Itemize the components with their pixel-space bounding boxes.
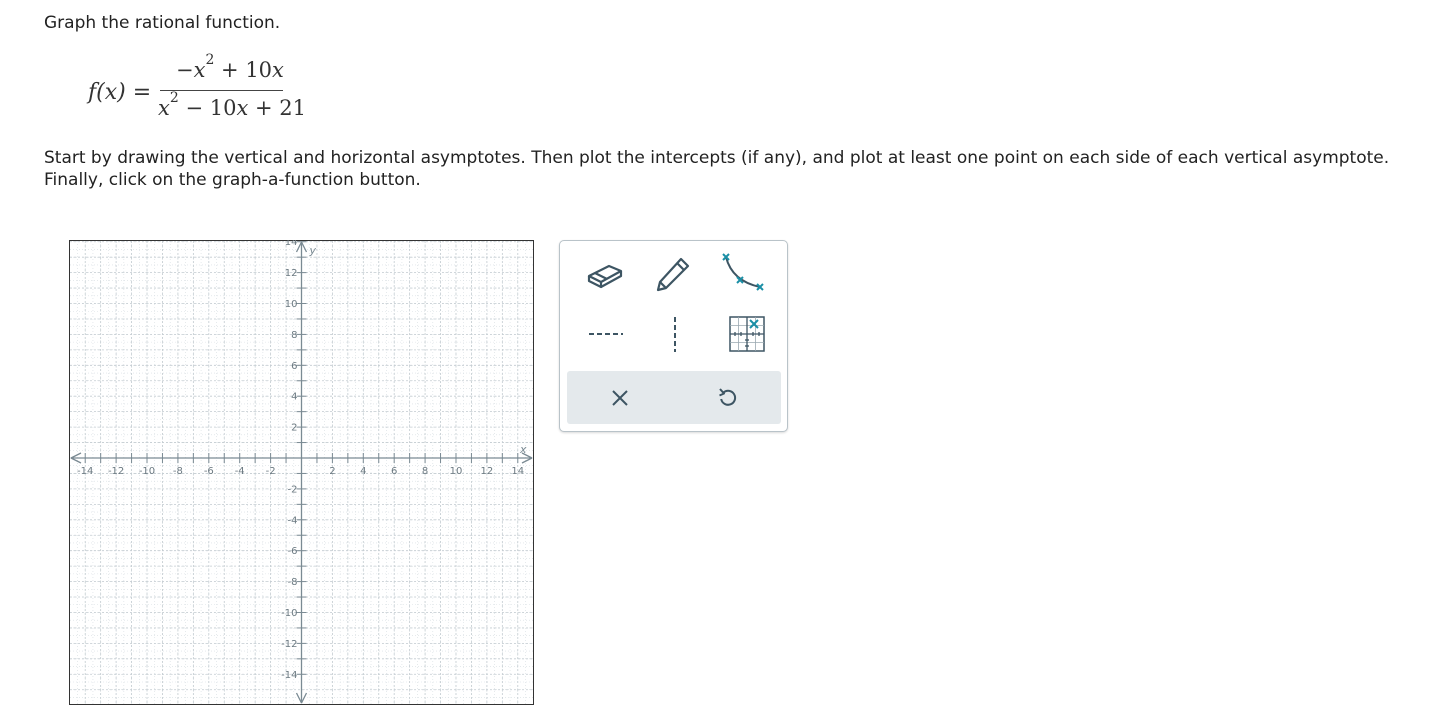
y-tick-label: 2 [291, 423, 297, 434]
graph-a-function-icon [729, 316, 765, 352]
pencil-icon [656, 257, 690, 292]
x-tick-label: -10 [139, 466, 155, 477]
function-name: f(x) = [88, 80, 152, 105]
undo-button[interactable] [698, 375, 758, 421]
y-tick-label: -6 [288, 546, 298, 557]
x-tick-label: -6 [204, 466, 214, 477]
clear-icon [612, 390, 628, 406]
x-axis-label: x [519, 443, 527, 456]
horizontal-asymptote-tool[interactable] [580, 311, 630, 357]
y-tick-label: 14 [285, 240, 298, 248]
graph-toolbar [559, 240, 788, 432]
coordinate-grid[interactable]: x y -14 -12 -10 -8 -6 -4 -2 2 4 6 8 10 12 14 14 12 10 8 6 4 2 -… [69, 237, 534, 705]
x-tick-label: 12 [481, 466, 494, 477]
vertical-dashed-line-icon [674, 317, 676, 352]
x-tick-label: -12 [108, 466, 124, 477]
eraser-icon [587, 264, 623, 289]
undo-icon [719, 388, 737, 406]
action-bar [567, 371, 781, 424]
y-tick-label: 12 [285, 268, 298, 279]
y-tick-label: -8 [288, 577, 298, 588]
graph-a-function-tool[interactable] [722, 311, 772, 357]
x-tick-label: 14 [511, 466, 524, 477]
x-tick-label: -4 [235, 466, 245, 477]
eraser-tool[interactable] [580, 251, 630, 297]
y-tick-label: 10 [285, 299, 298, 310]
y-tick-label: -12 [281, 639, 297, 650]
y-tick-label: 6 [291, 361, 297, 372]
graph-canvas[interactable]: x y -14 -12 -10 -8 -6 -4 -2 2 4 6 8 10 12 14 14 12 10 8 6 4 2 -… [69, 237, 534, 705]
horizontal-dashed-line-icon [589, 333, 623, 335]
formula-denominator: x2 − 10x + 21 [158, 90, 306, 120]
y-tick-label: -2 [288, 484, 298, 495]
x-tick-label: 8 [422, 466, 428, 477]
x-tick-label: -2 [266, 466, 276, 477]
y-tick-label: 8 [291, 330, 297, 341]
curve-tool[interactable] [718, 251, 768, 297]
prompt-text: Graph the rational function. [44, 13, 281, 33]
curve-icon [722, 253, 764, 291]
y-axis-label: y [309, 244, 317, 257]
x-tick-label: 4 [360, 466, 366, 477]
y-tick-label: 4 [291, 392, 297, 403]
formula-numerator: −x2 + 10x [176, 52, 284, 82]
pencil-tool[interactable] [648, 251, 698, 297]
instructions-text: Start by drawing the vertical and horizo… [44, 148, 1390, 190]
x-tick-label: -14 [77, 466, 93, 477]
y-tick-label: -10 [281, 608, 297, 619]
clear-button[interactable] [590, 375, 650, 421]
x-tick-label: -8 [173, 466, 183, 477]
x-tick-label: 2 [329, 466, 335, 477]
y-tick-label: -4 [288, 515, 298, 526]
x-tick-label: 10 [450, 466, 463, 477]
x-tick-label: 6 [391, 466, 397, 477]
vertical-asymptote-tool[interactable] [650, 311, 700, 357]
y-tick-label: -14 [281, 670, 297, 681]
